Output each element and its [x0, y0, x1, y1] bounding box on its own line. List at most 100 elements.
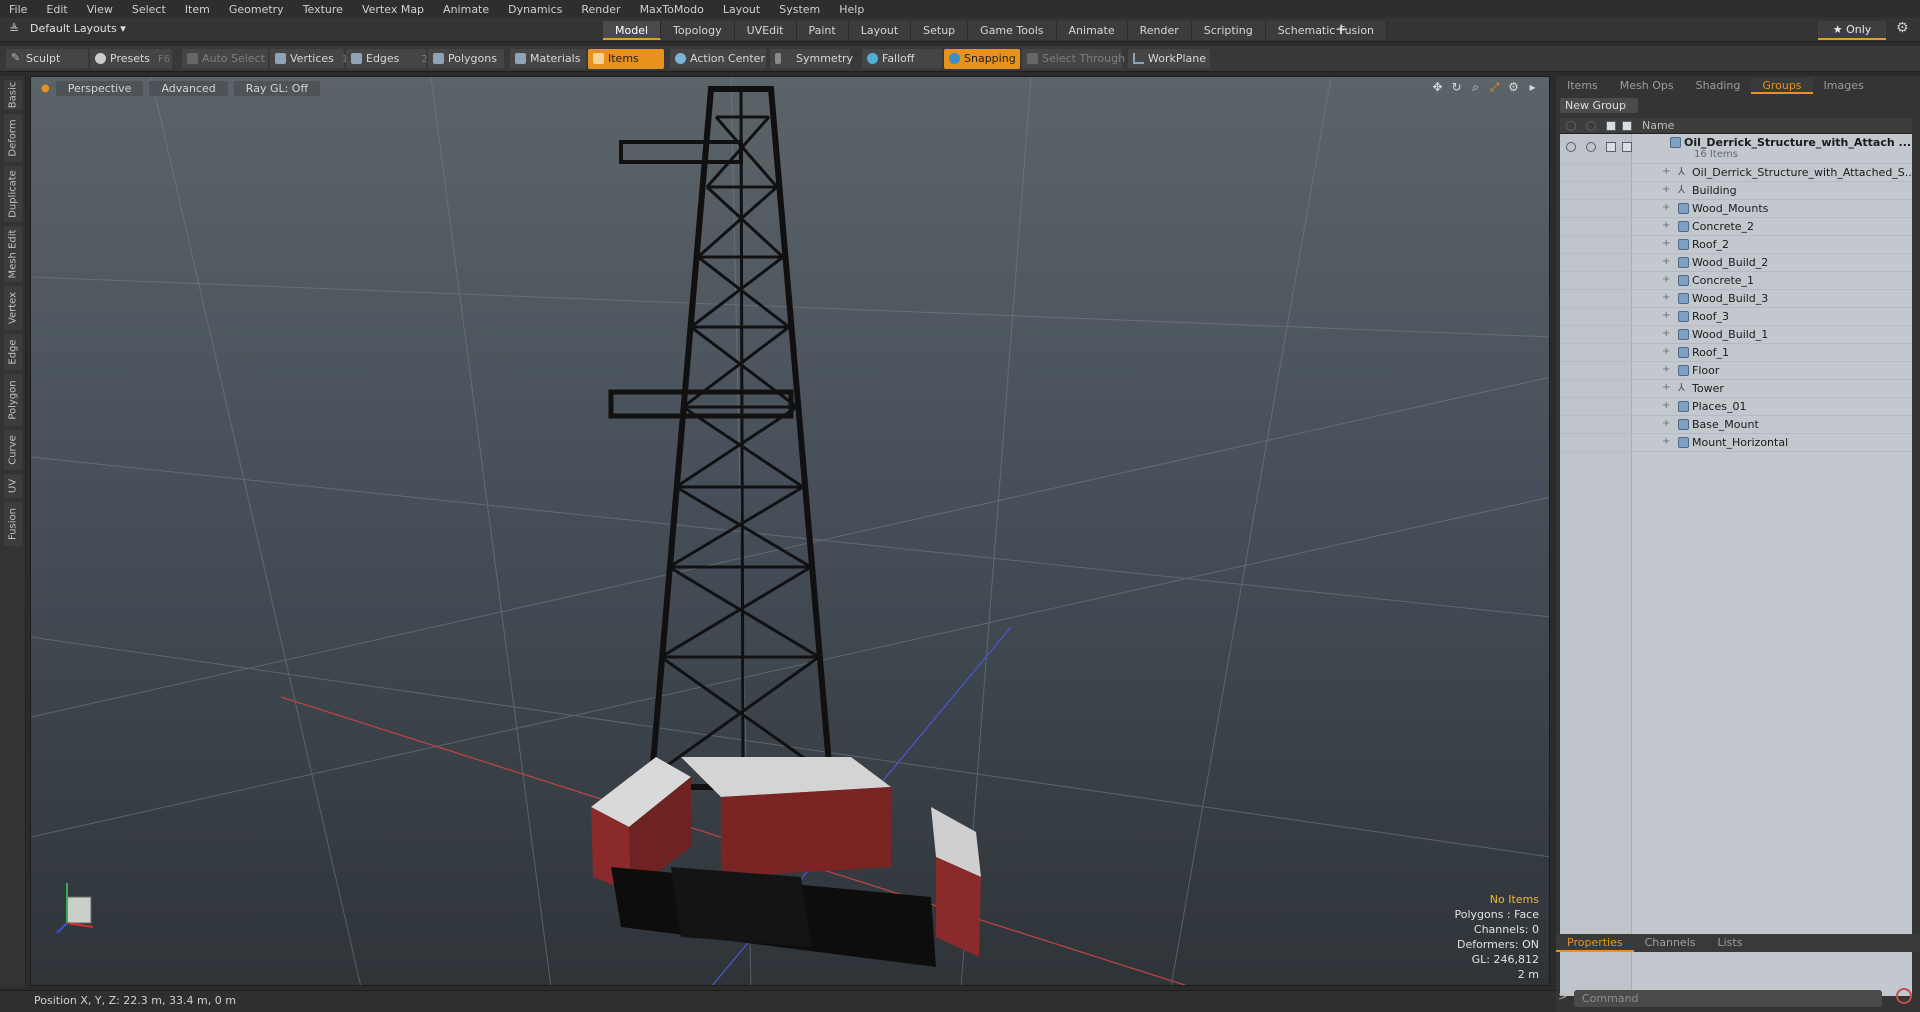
menu-item[interactable]: Item [176, 3, 220, 16]
expand-icon[interactable]: + [1662, 436, 1670, 447]
menu-animate[interactable]: Animate [434, 3, 499, 16]
expand-icon[interactable]: + [1662, 166, 1670, 177]
tab-scripting[interactable]: Scripting [1191, 21, 1266, 40]
left-tab-duplicate[interactable]: Duplicate [4, 166, 22, 222]
expand-icon[interactable]: + [1662, 256, 1670, 267]
visibility-column-icon[interactable] [1566, 121, 1576, 131]
name-column-header[interactable]: Name [1642, 119, 1674, 132]
menu-dynamics[interactable]: Dynamics [499, 3, 572, 16]
edges-button[interactable]: Edges 2 [346, 49, 428, 69]
vertices-button[interactable]: Vertices1 [270, 49, 348, 69]
panel-tab-mesh-ops[interactable]: Mesh Ops [1609, 78, 1685, 94]
left-tab-curve[interactable]: Curve [4, 430, 22, 470]
only-button[interactable]: ★ Only [1818, 21, 1886, 40]
shading-selector[interactable]: Advanced [149, 81, 228, 96]
list-item[interactable]: + Roof_1 [1560, 344, 1912, 362]
viewport-expand-icon[interactable]: ▸ [1526, 81, 1539, 94]
list-item[interactable]: + ⅄ Tower [1560, 380, 1912, 398]
group-item-list[interactable]: Oil_Derrick_Structure_with_Attach ... 16… [1560, 134, 1912, 996]
raygl-toggle[interactable]: Ray GL: Off [233, 81, 321, 96]
root-visibility-icon[interactable] [1566, 142, 1576, 152]
add-tab-icon[interactable]: + [1335, 20, 1348, 38]
tab-uvedit[interactable]: UVEdit [734, 21, 797, 40]
expand-icon[interactable]: + [1662, 274, 1670, 285]
menu-render[interactable]: Render [572, 3, 630, 16]
3d-viewport[interactable]: ● Perspective Advanced Ray GL: Off ✥ ↻ ⌕… [30, 76, 1550, 986]
expand-icon[interactable]: + [1662, 310, 1670, 321]
list-item[interactable]: + Places_01 [1560, 398, 1912, 416]
tab-game-tools[interactable]: Game Tools [968, 21, 1057, 40]
lock-column-icon[interactable] [1606, 121, 1616, 131]
viewport-menu-icon[interactable]: ● [41, 81, 50, 96]
list-item[interactable]: + ⅄ Oil_Derrick_Structure_with_Attached_S.… [1560, 164, 1912, 182]
menu-geometry[interactable]: Geometry [220, 3, 294, 16]
panel-tab-items[interactable]: Items [1556, 78, 1609, 94]
expand-icon[interactable]: + [1662, 382, 1670, 393]
expand-icon[interactable]: + [1662, 328, 1670, 339]
tab-animate[interactable]: Animate [1056, 21, 1128, 40]
gear-icon[interactable]: ⚙ [1896, 20, 1909, 36]
symmetry-button[interactable]: Symmetry [770, 49, 853, 69]
select-through-button[interactable]: Select Through [1022, 49, 1125, 69]
presets-button[interactable]: Presets F6 [90, 49, 172, 69]
bottom-tab-properties[interactable]: Properties [1556, 934, 1634, 952]
root-select-icon[interactable] [1622, 142, 1632, 152]
bottom-tab-lists[interactable]: Lists [1707, 934, 1754, 952]
panel-tab-groups[interactable]: Groups [1751, 78, 1813, 94]
render-column-icon[interactable] [1586, 121, 1596, 131]
sculpt-button[interactable]: ✎ Sculpt [6, 49, 88, 69]
layout-collapse-icon[interactable]: ≜ [9, 22, 19, 36]
view-selector[interactable]: Perspective [55, 81, 144, 96]
tab-paint[interactable]: Paint [796, 21, 849, 40]
expand-icon[interactable]: + [1662, 364, 1670, 375]
list-item[interactable]: + Roof_3 [1560, 308, 1912, 326]
record-icon[interactable] [1896, 988, 1912, 1004]
viewport-settings-icon[interactable]: ⚙ [1507, 81, 1520, 94]
list-item[interactable]: + Wood_Mounts [1560, 200, 1912, 218]
expand-icon[interactable]: + [1662, 238, 1670, 249]
zoom-icon[interactable]: ⌕ [1469, 81, 1482, 94]
list-item[interactable]: + Mount_Horizontal [1560, 434, 1912, 452]
menu-texture[interactable]: Texture [294, 3, 353, 16]
tab-layout[interactable]: Layout [848, 21, 912, 40]
tab-schematic-fusion[interactable]: Schematic Fusion [1265, 21, 1388, 40]
rotate-icon[interactable]: ↻ [1450, 81, 1463, 94]
expand-icon[interactable]: + [1662, 418, 1670, 429]
polygons-button[interactable]: Polygons [428, 49, 504, 69]
items-button[interactable]: Items [588, 49, 664, 69]
list-item[interactable]: + Wood_Build_3 [1560, 290, 1912, 308]
list-item[interactable]: + Roof_2 [1560, 236, 1912, 254]
expand-icon[interactable]: + [1662, 202, 1670, 213]
action-center-button[interactable]: Action Center [670, 49, 766, 69]
left-tab-fusion[interactable]: Fusion [4, 502, 22, 546]
oil-derrick-model[interactable] [591, 86, 981, 967]
fit-icon[interactable]: ⤢ [1488, 81, 1501, 94]
select-column-icon[interactable] [1622, 121, 1632, 131]
menu-view[interactable]: View [78, 3, 123, 16]
menu-maxtomodo[interactable]: MaxToModo [631, 3, 714, 16]
root-lock-icon[interactable] [1606, 142, 1616, 152]
root-group-row[interactable]: Oil_Derrick_Structure_with_Attach ... 16… [1560, 134, 1912, 164]
workplane-button[interactable]: WorkPlane [1128, 49, 1210, 69]
expand-icon[interactable]: + [1662, 346, 1670, 357]
tab-render[interactable]: Render [1127, 21, 1192, 40]
left-tab-basic[interactable]: Basic [4, 80, 22, 110]
list-item[interactable]: + Floor [1560, 362, 1912, 380]
menu-edit[interactable]: Edit [37, 3, 77, 16]
menu-system[interactable]: System [770, 3, 830, 16]
expand-icon[interactable]: + [1662, 292, 1670, 303]
tab-setup[interactable]: Setup [911, 21, 969, 40]
menu-layout[interactable]: Layout [714, 3, 770, 16]
bottom-tab-channels[interactable]: Channels [1634, 934, 1707, 952]
materials-button[interactable]: Materials [510, 49, 586, 69]
root-render-icon[interactable] [1586, 142, 1596, 152]
menu-vertex-map[interactable]: Vertex Map [353, 3, 434, 16]
list-item[interactable]: + Wood_Build_2 [1560, 254, 1912, 272]
list-item[interactable]: + Base_Mount [1560, 416, 1912, 434]
menu-help[interactable]: Help [830, 3, 874, 16]
expand-icon[interactable]: + [1662, 220, 1670, 231]
menu-select[interactable]: Select [123, 3, 176, 16]
left-tab-edge[interactable]: Edge [4, 334, 22, 370]
left-tab-vertex[interactable]: Vertex [4, 286, 22, 330]
list-item[interactable]: + ⅄ Building [1560, 182, 1912, 200]
